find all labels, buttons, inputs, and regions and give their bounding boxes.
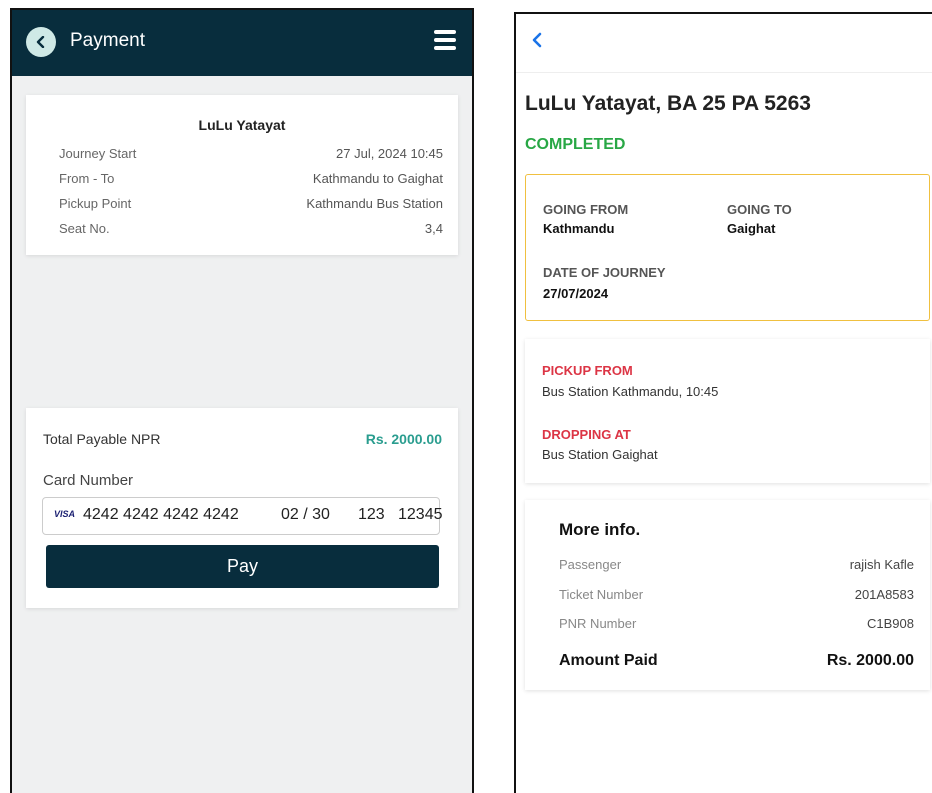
pay-button[interactable]: Pay	[46, 545, 439, 588]
info-row-label: Passenger	[559, 557, 622, 572]
trip-row-value: Kathmandu Bus Station	[306, 196, 443, 211]
trip-row-value: Kathmandu to Gaighat	[312, 171, 443, 186]
dropping-at-label: DROPPING AT	[542, 427, 631, 442]
payment-screen: Payment LuLu Yatayat Journey Start 27 Ju…	[10, 8, 474, 793]
trip-row-label: Seat No.	[59, 221, 110, 236]
trip-row-value: 3,4	[424, 221, 443, 236]
going-to-value: Gaighat	[727, 221, 776, 236]
total-payable-label: Total Payable NPR	[43, 431, 161, 447]
amount-paid-value: Rs. 2000.00	[826, 652, 914, 669]
operator-name: LuLu Yatayat	[198, 117, 286, 133]
going-from-value: Kathmandu	[543, 221, 615, 236]
info-row-label: Ticket Number	[559, 587, 644, 602]
visa-icon: VISA	[54, 509, 76, 519]
booking-details-screen: LuLu Yatayat, BA 25 PA 5263 COMPLETED GO…	[514, 12, 932, 793]
trip-row-value: 27 Jul, 2024 10:45	[336, 146, 443, 161]
expiry-input[interactable]: 02 / 30	[281, 506, 330, 524]
trip-row-from-to: From - To Kathmandu to Gaighat	[59, 171, 443, 189]
cvc-input[interactable]: 123	[358, 506, 385, 524]
trip-row-label: From - To	[59, 171, 115, 186]
card-number-label: Card Number	[43, 472, 134, 489]
info-row-pnr-number: PNR Number C1B908	[559, 616, 914, 634]
date-of-journey-label: DATE OF JOURNEY	[543, 265, 666, 280]
trip-summary-card: LuLu Yatayat Journey Start 27 Jul, 2024 …	[26, 95, 458, 255]
going-from-label: GOING FROM	[543, 202, 629, 217]
trip-row-seat-no: Seat No. 3,4	[59, 221, 443, 239]
chevron-left-icon	[36, 36, 45, 48]
pickup-from-value: Bus Station Kathmandu, 10:45	[542, 384, 719, 399]
payment-card: Total Payable NPR Rs. 2000.00 Card Numbe…	[26, 408, 458, 608]
status-badge: COMPLETED	[525, 136, 626, 153]
trip-row-journey-start: Journey Start 27 Jul, 2024 10:45	[59, 146, 443, 164]
hamburger-menu-icon[interactable]	[434, 30, 456, 52]
info-row-value: 201A8583	[854, 587, 914, 602]
dropping-at-value: Bus Station Gaighat	[542, 447, 658, 462]
info-row-label: PNR Number	[559, 616, 637, 631]
bus-title: LuLu Yatayat, BA 25 PA 5263	[525, 92, 811, 115]
app-header	[516, 14, 932, 73]
trip-row-label: Pickup Point	[59, 196, 132, 211]
card-number-field[interactable]: VISA 4242 4242 4242 4242 02 / 30 123 123…	[42, 497, 443, 535]
info-row-value: C1B908	[867, 616, 914, 631]
more-info-card: More info. Passenger rajish Kafle Ticket…	[525, 500, 930, 690]
pickup-drop-card: PICKUP FROM Bus Station Kathmandu, 10:45…	[525, 339, 930, 483]
zip-input[interactable]: 12345	[398, 506, 443, 524]
app-header: Payment	[12, 10, 472, 76]
chevron-left-icon	[532, 32, 542, 48]
journey-details-box: GOING FROM Kathmandu GOING TO Gaighat DA…	[525, 174, 930, 321]
total-payable-value: Rs. 2000.00	[365, 431, 442, 447]
page-title: Payment	[70, 30, 145, 51]
card-number-input[interactable]: 4242 4242 4242 4242	[83, 506, 239, 524]
going-to-label: GOING TO	[727, 202, 792, 217]
info-row-ticket-number: Ticket Number 201A8583	[559, 587, 914, 605]
back-button[interactable]	[530, 30, 550, 52]
trip-row-pickup-point: Pickup Point Kathmandu Bus Station	[59, 196, 443, 214]
trip-row-label: Journey Start	[59, 146, 137, 161]
info-row-value: rajish Kafle	[849, 557, 914, 572]
date-of-journey-value: 27/07/2024	[543, 286, 609, 301]
amount-paid-label: Amount Paid	[559, 652, 658, 669]
back-button[interactable]	[26, 27, 56, 57]
amount-paid-row: Amount Paid Rs. 2000.00	[559, 652, 914, 670]
info-row-passenger: Passenger rajish Kafle	[559, 557, 914, 575]
pickup-from-label: PICKUP FROM	[542, 363, 633, 378]
more-info-title: More info.	[559, 520, 641, 539]
